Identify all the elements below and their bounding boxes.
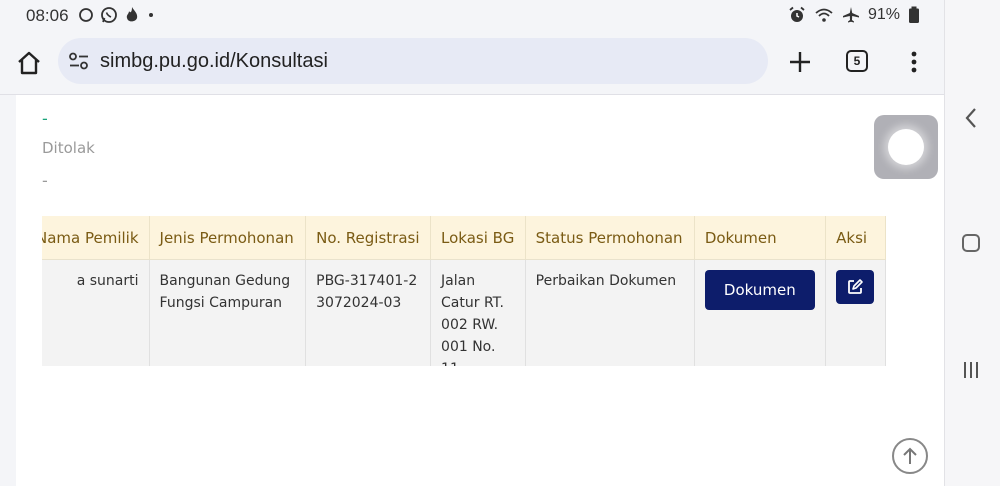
phone-screen: 08:06 91% simbg.pu.go.id/Konsultasi 5 - … [0,0,944,486]
more-vertical-icon [911,51,917,73]
alarm-icon [789,6,805,22]
status-ditolak: Ditolak [42,139,95,157]
arrow-up-icon [903,447,917,464]
cell-no-registrasi: PBG-317401-23072024-03 [305,259,432,366]
status-system-icons: 91% [788,6,920,24]
dot-icon [149,13,153,17]
edit-button[interactable] [836,270,875,304]
web-page: - Ditolak - Nama Pemilik Jenis Permohona… [16,95,944,486]
dash-gray: - [42,171,48,190]
home-icon [18,51,40,75]
cell-nama-pemilik: a sunarti [42,259,150,366]
cell-dokumen: Dokumen [694,259,827,366]
table-row: a sunarti Bangunan Gedung Fungsi Campura… [42,259,886,366]
recent-apps-icon[interactable] [961,360,981,380]
header-lokasi-bg: Lokasi BG [430,216,526,260]
system-navigation-bar [944,0,1000,486]
status-notification-icons [78,6,156,24]
status-bar: 08:06 91% [0,0,944,32]
header-aksi: Aksi [825,216,886,260]
status-time: 08:06 [26,6,69,25]
circle-icon [79,8,93,22]
battery-icon [909,6,919,23]
header-status-permohonan: Status Permohonan [525,216,695,260]
tune-icon [69,52,88,70]
floating-circle-icon [888,129,924,165]
header-no-registrasi: No. Registrasi [305,216,432,260]
address-bar[interactable]: simbg.pu.go.id/Konsultasi [58,38,768,84]
site-settings-button[interactable] [64,46,94,76]
table-header-row: Nama Pemilik Jenis Permohonan No. Regist… [42,216,886,260]
back-chevron-icon[interactable] [961,106,981,130]
battery-percent: 91% [867,6,900,23]
wifi-icon [815,8,833,22]
konsultasi-table: Nama Pemilik Jenis Permohonan No. Regist… [42,216,886,366]
header-jenis-permohonan: Jenis Permohonan [149,216,307,260]
cell-lokasi-bg: Jalan Catur RT. 002 RW. 001 No. 11 [430,259,526,366]
header-nama-pemilik: Nama Pemilik [42,216,150,260]
new-tab-button[interactable] [784,46,816,78]
url-text[interactable]: simbg.pu.go.id/Konsultasi [100,50,328,73]
tinder-flame-icon [126,7,138,22]
browser-menu-button[interactable] [900,46,928,78]
tab-count: 5 [853,54,861,68]
edit-icon [848,279,863,294]
cell-aksi [825,259,886,366]
dokumen-button[interactable]: Dokumen [704,270,815,310]
dash-green: - [42,109,48,128]
home-button[interactable] [12,46,46,80]
tab-switcher-button[interactable]: 5 [846,50,868,72]
browser-toolbar: simbg.pu.go.id/Konsultasi 5 [0,32,944,95]
cell-status-permohonan: Perbaikan Dokumen [525,259,695,366]
whatsapp-icon [101,7,117,23]
cell-jenis-permohonan: Bangunan Gedung Fungsi Campuran [149,259,307,366]
header-dokumen: Dokumen [694,216,827,260]
airplane-icon [842,7,859,23]
floating-assistive-button[interactable] [874,115,938,179]
scroll-to-top-button[interactable] [892,438,928,474]
konsultasi-table-container[interactable]: Nama Pemilik Jenis Permohonan No. Regist… [42,216,902,366]
plus-icon [790,52,810,72]
nav-home-button[interactable] [962,234,980,252]
